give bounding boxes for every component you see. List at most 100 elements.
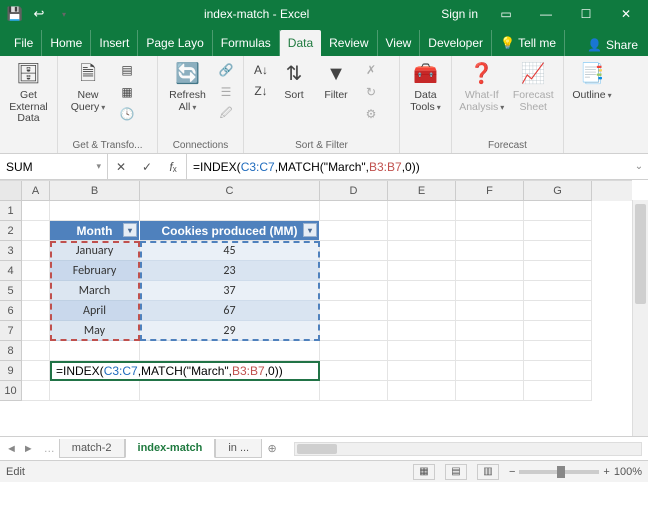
sign-in-link[interactable]: Sign in xyxy=(441,7,478,21)
sort-za-button[interactable]: Z↓ xyxy=(250,81,272,101)
cell[interactable] xyxy=(22,381,50,401)
cell[interactable] xyxy=(388,301,456,321)
cell[interactable] xyxy=(524,381,592,401)
cell[interactable] xyxy=(22,221,50,241)
filter-dropdown-icon[interactable]: ▾ xyxy=(303,223,317,237)
cell[interactable]: 29 xyxy=(140,321,320,341)
row-header[interactable]: 8 xyxy=(0,341,22,361)
share-button[interactable]: 👤 Share xyxy=(577,34,648,56)
cell[interactable] xyxy=(140,341,320,361)
cell[interactable] xyxy=(22,201,50,221)
maximize-button[interactable]: ☐ xyxy=(568,3,604,25)
filter-button[interactable]: ▼ Filter xyxy=(316,60,356,102)
view-page-break-button[interactable]: ▥ xyxy=(477,464,499,480)
cell[interactable] xyxy=(320,341,388,361)
cell[interactable]: April xyxy=(50,301,140,321)
cell[interactable] xyxy=(22,361,50,381)
filter-dropdown-icon[interactable]: ▾ xyxy=(123,223,137,237)
sheet-tab[interactable]: match-2 xyxy=(59,439,125,458)
sheet-nav[interactable]: ◄► xyxy=(0,443,40,455)
enter-formula-button[interactable]: ✓ xyxy=(134,160,160,174)
col-header-a[interactable]: A xyxy=(22,181,50,201)
cell[interactable] xyxy=(320,241,388,261)
tab-review[interactable]: Review xyxy=(321,30,377,56)
outline-button[interactable]: 📑 Outline xyxy=(570,60,614,102)
scrollbar-thumb[interactable] xyxy=(297,444,337,454)
ribbon-options-icon[interactable]: ▭ xyxy=(488,3,524,25)
tab-insert[interactable]: Insert xyxy=(91,30,138,56)
tab-data[interactable]: Data xyxy=(280,30,321,56)
cell[interactable] xyxy=(524,261,592,281)
row-header[interactable]: 4 xyxy=(0,261,22,281)
new-query-button[interactable]: 🗎 New Query xyxy=(64,60,112,113)
horizontal-scrollbar[interactable] xyxy=(294,442,642,456)
new-sheet-button[interactable]: ⊕ xyxy=(262,442,282,455)
cell[interactable] xyxy=(388,241,456,261)
row-header[interactable]: 10 xyxy=(0,381,22,401)
row-header[interactable]: 1 xyxy=(0,201,22,221)
next-sheet-icon[interactable]: ► xyxy=(23,443,34,455)
cell[interactable] xyxy=(456,281,524,301)
view-normal-button[interactable]: ▦ xyxy=(413,464,435,480)
cell[interactable] xyxy=(22,301,50,321)
cell[interactable] xyxy=(524,321,592,341)
sheet-tab-active[interactable]: index-match xyxy=(125,439,216,458)
reapply-button[interactable]: ↻ xyxy=(360,82,382,102)
refresh-all-button[interactable]: 🔄 Refresh All xyxy=(164,60,211,113)
recent-sources-button[interactable]: 🕓 xyxy=(116,104,138,124)
cell[interactable]: March xyxy=(50,281,140,301)
get-external-data-button[interactable]: 🗄 Get External Data xyxy=(6,60,51,125)
col-header-b[interactable]: B xyxy=(50,181,140,201)
zoom-slider[interactable] xyxy=(519,470,599,474)
cell[interactable] xyxy=(140,201,320,221)
table-header-cookies[interactable]: Cookies produced (MM)▾ xyxy=(140,221,320,241)
save-icon[interactable]: 💾 xyxy=(6,5,24,23)
prev-sheet-icon[interactable]: ◄ xyxy=(6,443,17,455)
cell[interactable] xyxy=(524,241,592,261)
cell[interactable] xyxy=(320,361,388,381)
undo-icon[interactable]: ↩ xyxy=(30,5,48,23)
zoom-value[interactable]: 100% xyxy=(614,466,642,478)
cell[interactable] xyxy=(50,201,140,221)
edit-links-button[interactable]: 🖉 xyxy=(215,104,237,124)
cell[interactable] xyxy=(388,261,456,281)
cell[interactable] xyxy=(50,381,140,401)
cell[interactable] xyxy=(22,241,50,261)
cell[interactable] xyxy=(524,201,592,221)
cell[interactable]: 37 xyxy=(140,281,320,301)
view-page-layout-button[interactable]: ▤ xyxy=(445,464,467,480)
minimize-button[interactable]: — xyxy=(528,3,564,25)
row-header[interactable]: 3 xyxy=(0,241,22,261)
cell[interactable]: February xyxy=(50,261,140,281)
redo-icon[interactable] xyxy=(54,5,72,23)
cell[interactable] xyxy=(524,301,592,321)
cell[interactable] xyxy=(388,321,456,341)
cell[interactable] xyxy=(388,381,456,401)
cell[interactable] xyxy=(320,281,388,301)
zoom-slider-knob[interactable] xyxy=(557,466,565,478)
cell[interactable] xyxy=(524,361,592,381)
col-header-d[interactable]: D xyxy=(320,181,388,201)
data-tools-button[interactable]: 🧰 Data Tools xyxy=(406,60,445,113)
cell[interactable] xyxy=(456,241,524,261)
row-header[interactable]: 6 xyxy=(0,301,22,321)
row-header[interactable]: 7 xyxy=(0,321,22,341)
cell[interactable] xyxy=(456,201,524,221)
name-box[interactable]: SUM▾ xyxy=(0,154,108,179)
cell[interactable] xyxy=(320,301,388,321)
col-header-g[interactable]: G xyxy=(524,181,592,201)
tab-file[interactable]: File xyxy=(6,30,42,56)
clear-filter-button[interactable]: ✗ xyxy=(360,60,382,80)
cell[interactable] xyxy=(388,341,456,361)
cell[interactable] xyxy=(456,221,524,241)
scrollbar-thumb[interactable] xyxy=(635,204,646,304)
cell[interactable] xyxy=(140,381,320,401)
cell[interactable] xyxy=(320,381,388,401)
zoom-control[interactable]: − + 100% xyxy=(509,466,642,478)
cell[interactable]: January xyxy=(50,241,140,261)
tab-developer[interactable]: Developer xyxy=(420,30,492,56)
zoom-in-button[interactable]: + xyxy=(603,466,609,478)
connections-button[interactable]: 🔗 xyxy=(215,60,237,80)
advanced-filter-button[interactable]: ⚙ xyxy=(360,104,382,124)
cell[interactable] xyxy=(50,341,140,361)
